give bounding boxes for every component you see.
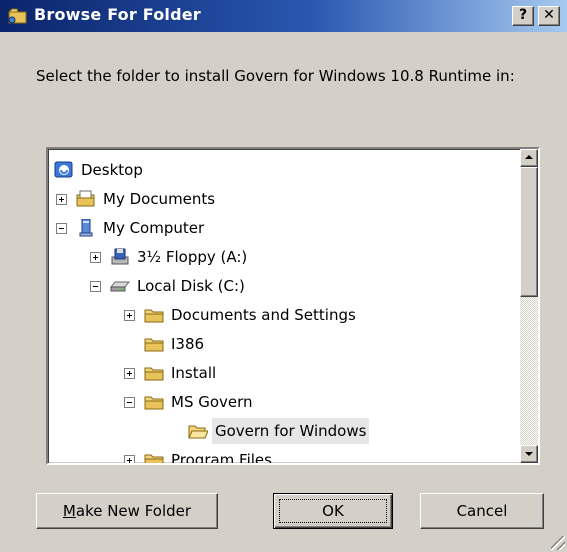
arrow-down-icon: [525, 452, 533, 456]
title-bar[interactable]: Browse For Folder ? ✕: [0, 0, 567, 32]
expand-plus-icon[interactable]: [124, 455, 135, 463]
button-label: Cancel: [456, 502, 508, 520]
window-title: Browse For Folder: [34, 5, 201, 24]
instruction-text: Select the folder to install Govern for …: [36, 67, 515, 85]
collapse-minus-icon[interactable]: [90, 281, 101, 292]
arrow-up-icon: [525, 155, 533, 159]
ok-button[interactable]: OK: [273, 493, 393, 529]
tree-item-label: Documents and Settings: [171, 306, 356, 324]
floppy-drive-icon: [111, 248, 129, 265]
expand-plus-icon[interactable]: [124, 310, 135, 321]
help-button[interactable]: ?: [512, 6, 534, 26]
expand-plus-icon[interactable]: [56, 194, 67, 205]
mnemonic-letter: M: [62, 502, 76, 520]
make-new-folder-button[interactable]: Make New Folder: [36, 493, 218, 529]
resize-grip[interactable]: [551, 536, 565, 550]
tree-item-label: Install: [171, 364, 217, 382]
tree-item-label: Govern for Windows: [212, 418, 370, 444]
close-button[interactable]: ✕: [538, 6, 560, 26]
button-label: OK: [322, 502, 344, 520]
folder-icon: [144, 454, 164, 463]
button-label: ake New Folder: [75, 502, 192, 520]
folder-tree[interactable]: Desktop My Documents My Computer 3½ Flop…: [46, 147, 540, 465]
expand-plus-icon[interactable]: [124, 368, 135, 379]
folder-open-icon: [188, 425, 208, 439]
folder-documents-icon: [76, 190, 95, 207]
tree-item-label: Local Disk (C:): [137, 277, 245, 295]
folder-icon: [8, 8, 27, 24]
folder-icon: [144, 367, 164, 381]
computer-icon: [79, 219, 93, 237]
tree-item-label: My Documents: [103, 190, 216, 208]
scroll-up-button[interactable]: [520, 149, 538, 167]
folder-icon: [144, 309, 164, 323]
tree-item-label: Desktop: [81, 161, 143, 179]
tree-item-label: 3½ Floppy (A:): [137, 248, 248, 266]
scroll-down-button[interactable]: [520, 445, 538, 463]
hard-disk-icon: [110, 281, 130, 292]
focus-rectangle: OK: [279, 499, 387, 523]
desktop-icon: [54, 161, 73, 178]
scroll-thumb[interactable]: [520, 167, 538, 297]
expand-plus-icon[interactable]: [90, 252, 101, 263]
folder-icon: [144, 396, 164, 410]
collapse-minus-icon[interactable]: [124, 397, 135, 408]
folder-icon: [144, 338, 164, 352]
cancel-button[interactable]: Cancel: [420, 493, 544, 529]
tree-item-label: Program Files: [171, 451, 272, 465]
tree-item-label: My Computer: [103, 219, 205, 237]
tree-item-label: I386: [171, 335, 205, 353]
collapse-minus-icon[interactable]: [56, 223, 67, 234]
tree-item-label: MS Govern: [171, 393, 253, 411]
vertical-scrollbar[interactable]: [520, 149, 538, 463]
